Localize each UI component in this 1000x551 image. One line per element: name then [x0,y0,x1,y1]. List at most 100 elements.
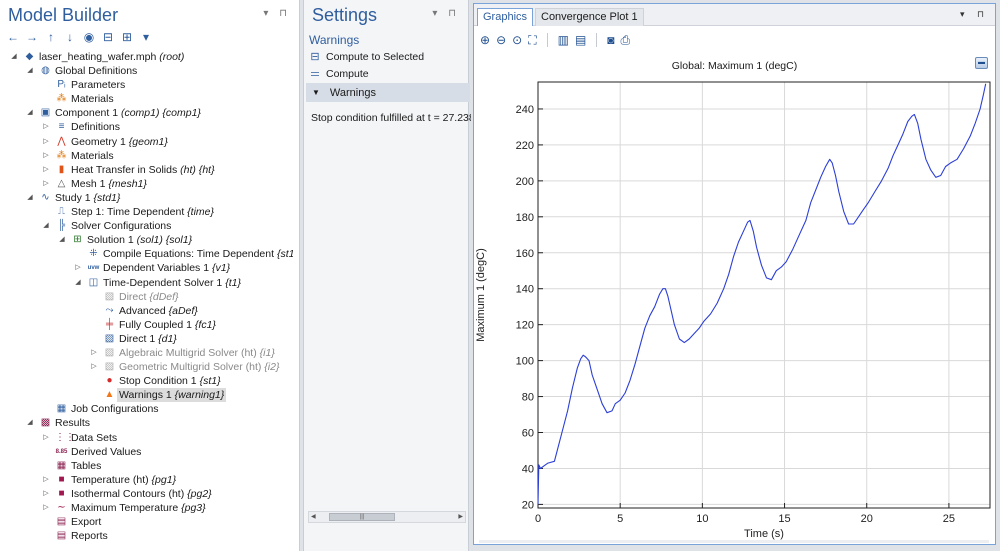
tree-node[interactable]: ▷ ■ Isothermal Contours (ht) {pg2} [0,487,293,501]
collapse-toggle-icon[interactable]: ◢ [42,219,50,233]
tree-node-label: Step 1: Time Dependent {time} [71,205,214,219]
expand-toggle-icon[interactable]: ▷ [42,177,50,191]
tree-node[interactable]: ▷ ▧ Algebraic Multigrid Solver (ht) {i1} [0,346,293,360]
tree-node[interactable]: ⁂ Materials [0,92,293,106]
collapse-toggle-icon[interactable]: ◢ [10,50,18,64]
collapse-toggle-icon[interactable]: ◢ [58,233,66,247]
down-icon[interactable]: ↓ [63,30,77,44]
node-tag: {d1} [158,332,177,345]
tree-node[interactable]: ◢ ╠ Solver Configurations [0,219,293,233]
tree-node[interactable]: ⎍ Step 1: Time Dependent {time} [0,205,293,219]
tree-node[interactable]: ▷ uvw Dependent Variables 1 {v1} [0,261,293,275]
tree-node[interactable]: ▷ ≡ Definitions [0,120,293,134]
tree-node-label: Reports [71,529,108,543]
settings-title: Settings [312,5,378,25]
node-tag: {pg2} [187,487,212,500]
panel-controls[interactable]: ▾ ⊓ [263,8,291,19]
tree-node[interactable]: ◢ ▩ Results [0,416,293,430]
tree-node[interactable]: Pᵢ Parameters [0,78,293,92]
collapse-icon[interactable]: ⊟ [101,30,115,44]
collapse-toggle-icon[interactable]: ◢ [26,64,34,78]
forward-icon[interactable]: → [25,30,39,44]
tree-node[interactable]: ◢ ◍ Global Definitions [0,64,293,78]
node-name: Heat Transfer in Solids [71,163,178,176]
back-icon[interactable]: ← [6,30,20,44]
line-chart[interactable]: 0 5 10 15 20 25 20 40 60 80 100 120 140 160 180 200 220 2… [474,4,995,544]
tree-node[interactable]: ▲ Warnings 1 {warning1} [0,388,293,403]
line-plot-icon: ∼ [57,502,66,513]
tree-node[interactable]: ⤳ Advanced {aDef} [0,304,293,318]
menu-icon[interactable]: ▾ [139,30,153,44]
mesh-icon: △ [57,177,66,189]
tree-node[interactable]: ⁜ Compile Equations: Time Dependent {st1} [0,247,293,261]
expand-toggle-icon[interactable]: ▷ [90,360,98,374]
tree-node-label: Data Sets [71,431,117,445]
collapse-toggle-icon[interactable]: ◢ [26,106,34,120]
collapse-toggle-icon[interactable]: ◢ [26,191,34,205]
tree-node[interactable]: ▷ ⋮⋮ Data Sets [0,431,293,445]
compute-selected-button[interactable]: ⊟ Compute to Selected [309,50,424,64]
tree-node[interactable]: ▷ ∼ Maximum Temperature {pg3} [0,501,293,515]
tree-node[interactable]: ▷ ▧ Geometric Multigrid Solver (ht) {i2} [0,360,293,374]
tree-node[interactable]: ◢ ▣ Component 1 (comp1) {comp1} [0,106,293,120]
expand-toggle-icon[interactable]: ▷ [90,346,98,360]
tree-node[interactable]: ▧ Direct 1 {d1} [0,332,293,346]
tree-node[interactable]: ◢ ◫ Time-Dependent Solver 1 {t1} [0,276,293,290]
tree-node[interactable]: 8.85 Derived Values [0,445,293,459]
up-icon[interactable]: ↑ [44,30,58,44]
tree-node-label: Study 1 {std1} [55,191,120,205]
warnings-section-header[interactable]: ▼ Warnings [306,83,470,102]
expand-toggle-icon[interactable]: ▷ [42,487,50,501]
tree-node[interactable]: ▦ Tables [0,459,293,473]
y-tick-label: 240 [516,104,534,116]
geometry-icon: ⋀ [57,135,66,147]
tree-node[interactable]: ● Stop Condition 1 {st1} [0,374,293,388]
fully-coupled-icon: ╪ [105,318,114,330]
y-tick-label: 160 [516,248,534,260]
tree-node[interactable]: ▷ ⁂ Materials [0,149,293,163]
expand-toggle-icon[interactable]: ▷ [42,120,50,134]
job-config-icon: ▦ [56,403,67,415]
scroll-thumb[interactable]: ||| [329,513,395,521]
scroll-left-icon[interactable]: ◀ [311,512,316,522]
tree-node[interactable]: ◢ ◆ laser_heating_wafer.mph (root) [0,50,293,64]
node-name: Warnings 1 [119,389,172,402]
expand-toggle-icon[interactable]: ▷ [42,501,50,515]
expand-toggle-icon[interactable]: ▷ [74,261,82,275]
tree-node[interactable]: ▤ Reports [0,529,293,543]
expand-toggle-icon[interactable]: ▷ [42,431,50,445]
tree-node[interactable]: ▧ Direct {dDef} [0,290,293,304]
tree-node[interactable]: ◢ ∿ Study 1 {std1} [0,191,293,205]
expand-toggle-icon[interactable]: ▷ [42,163,50,177]
tree-node[interactable]: ▦ Job Configurations [0,402,293,416]
tree-node[interactable]: ◢ ⊞ Solution 1 (sol1) {sol1} [0,233,293,247]
tree-node-label: Definitions [71,120,120,134]
tree-node[interactable]: ▷ ▮ Heat Transfer in Solids (ht) {ht} [0,163,293,177]
tree-node-label: Geometric Multigrid Solver (ht) {i2} [119,360,279,374]
show-icon[interactable]: ◉ [82,30,96,44]
advanced-icon: ⤳ [105,304,114,316]
tree-node[interactable]: ▷ △ Mesh 1 {mesh1} [0,177,293,191]
expand-toggle-icon[interactable]: ▷ [42,149,50,163]
node-tag: (ht) {ht} [180,163,215,176]
node-tag: {i2} [264,361,280,374]
compute-button[interactable]: ＝ Compute [309,66,369,82]
scroll-right-icon[interactable]: ▶ [458,512,463,522]
tree-node[interactable]: ▷ ⋀ Geometry 1 {geom1} [0,135,293,149]
collapse-toggle-icon[interactable]: ◢ [74,276,82,290]
series-line [537,83,987,505]
node-name: laser_heating_wafer.mph [39,51,157,63]
warning-icon: ▲ [104,389,115,401]
model-builder-panel: Model Builder ▾ ⊓ ← → ↑ ↓ ◉ ⊟ ⊞ ▾ ◢ ◆ lase… [0,0,300,551]
tree-node[interactable]: ▤ Export [0,515,293,529]
expand-toggle-icon[interactable]: ▷ [42,473,50,487]
expand-toggle-icon[interactable]: ▷ [42,135,50,149]
expand-icon[interactable]: ⊞ [120,30,134,44]
tree-node-label: Maximum Temperature {pg3} [71,501,206,515]
tree-node[interactable]: ▷ ■ Temperature (ht) {pg1} [0,473,293,487]
panel-controls[interactable]: ▾ ⊓ [432,8,460,19]
compute-label: Compute [326,68,369,80]
collapse-toggle-icon[interactable]: ◢ [26,416,34,430]
horizontal-scrollbar[interactable]: ◀ ||| ▶ [308,511,466,523]
tree-node[interactable]: ╪ Fully Coupled 1 {fc1} [0,318,293,332]
